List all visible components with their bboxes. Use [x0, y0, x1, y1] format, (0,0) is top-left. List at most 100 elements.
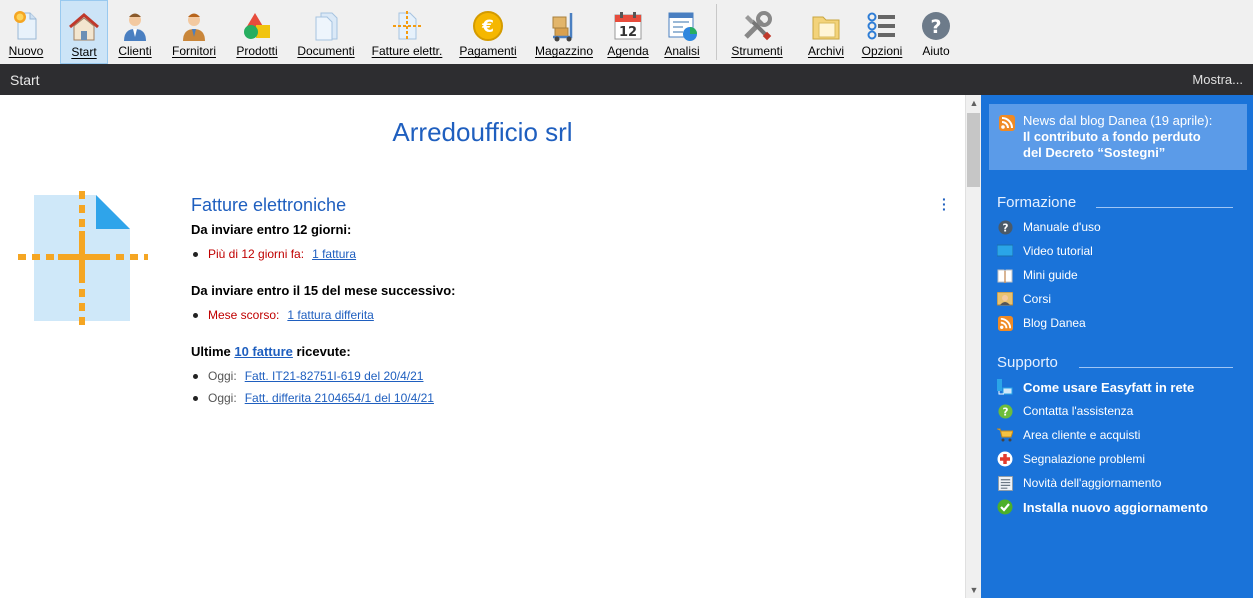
calendar-day-text: 12	[619, 25, 637, 40]
section-menu-kebab-icon[interactable]: · · ·	[942, 192, 947, 216]
list-item: Oggi: Fatt. differita 2104654/1 del 10/4…	[193, 387, 931, 409]
section-title-bar: Start Mostra...	[0, 64, 1253, 95]
panel-item-label: Manuale d'uso	[1023, 220, 1101, 234]
panel-item-blog[interactable]: Blog Danea	[997, 314, 1086, 332]
warehouse-trolley-icon	[546, 8, 582, 44]
heading-text: Ultime	[191, 344, 235, 359]
toolbar-label: Analisi	[664, 44, 700, 58]
item-label: Più di 12 giorni fa:	[208, 247, 305, 261]
toolbar-opzioni-button[interactable]: Opzioni	[853, 0, 911, 64]
news-title: Il contributo a fondo perduto	[1023, 129, 1201, 144]
fattura-differita-link[interactable]: 1 fattura differita	[287, 308, 374, 322]
svg-text:?: ?	[930, 16, 941, 38]
svg-text:?: ?	[1002, 222, 1008, 234]
red-cross-icon	[997, 451, 1013, 467]
scroll-up-arrow-icon[interactable]: ▲	[966, 95, 982, 111]
panel-item-label: Corsi	[1023, 292, 1052, 306]
video-monitor-icon	[997, 243, 1013, 259]
bullet	[193, 395, 198, 401]
bullet	[193, 373, 198, 379]
panel-item-label: Contatta l'assistenza	[1023, 404, 1134, 418]
panel-item-manuale[interactable]: ? Manuale d'uso	[997, 218, 1101, 236]
options-list-icon	[864, 8, 900, 44]
blog-news-box[interactable]: News dal blog Danea (19 aprile): Il cont…	[989, 104, 1247, 170]
page-title: Start	[10, 71, 40, 88]
panel-item-label: Blog Danea	[1023, 316, 1086, 330]
help-icon: ?	[918, 8, 954, 44]
list-item: Mese scorso: 1 fattura differita	[193, 304, 931, 326]
toolbar-documenti-button[interactable]: Documenti	[288, 0, 364, 64]
fattura-link[interactable]: 1 fattura	[312, 247, 356, 261]
item-label: Oggi:	[208, 369, 237, 383]
received-invoice-link[interactable]: Fatt. IT21-82751I-619 del 20/4/21	[245, 369, 424, 383]
toolbar-fatture-elettr-button[interactable]: Fatture elettr.	[364, 0, 450, 64]
toolbar-pagamenti-button[interactable]: € Pagamenti	[450, 0, 526, 64]
panel-item-label: Area cliente e acquisti	[1023, 428, 1141, 442]
toolbar-label: Strumenti	[731, 44, 783, 58]
network-icon	[997, 379, 1013, 395]
toolbar-label: Archivi	[807, 44, 844, 58]
scroll-down-arrow-icon[interactable]: ▼	[966, 582, 982, 598]
news-title: del Decreto “Sostegni”	[1023, 145, 1166, 160]
panel-item-assistenza[interactable]: ? Contatta l'assistenza	[997, 402, 1133, 420]
panel-item-segnalazione[interactable]: Segnalazione problemi	[997, 450, 1145, 468]
panel-item-label: Installa nuovo aggiornamento	[1023, 499, 1208, 515]
rss-icon	[997, 315, 1013, 331]
panel-item-installa-aggiornamento[interactable]: Installa nuovo aggiornamento	[997, 498, 1208, 516]
client-person-icon	[117, 8, 153, 44]
bullet	[193, 251, 198, 257]
mostra-button[interactable]: Mostra...	[1192, 72, 1243, 87]
toolbar-label: Clienti	[118, 44, 152, 58]
green-check-icon	[997, 499, 1013, 515]
received-invoice-link[interactable]: Fatt. differita 2104654/1 del 10/4/21	[245, 391, 434, 405]
svg-text:€: €	[481, 17, 494, 37]
ultime-fatture-link[interactable]: 10 fatture	[234, 344, 293, 359]
heading-text: ricevute:	[292, 344, 351, 359]
list-item: Oggi: Fatt. IT21-82751I-619 del 20/4/21	[193, 365, 931, 387]
panel-item-label: Novità dell'aggiornamento	[1023, 476, 1162, 490]
group-heading: Da inviare entro 12 giorni:	[191, 222, 352, 237]
toolbar-aiuto-button[interactable]: ? Aiuto	[911, 0, 961, 64]
teacher-icon	[997, 291, 1013, 307]
toolbar-fornitori-button[interactable]: Fornitori	[162, 0, 226, 64]
calendar-icon: 12	[610, 8, 646, 44]
e-invoice-illustration-icon	[18, 191, 148, 327]
list-item: Più di 12 giorni fa: 1 fattura	[193, 243, 931, 265]
toolbar-label: Prodotti	[236, 44, 278, 58]
panel-item-area-cliente[interactable]: Area cliente e acquisti	[997, 426, 1140, 444]
rss-icon	[999, 115, 1015, 131]
scroll-thumb[interactable]	[967, 113, 980, 187]
toolbar-analisi-button[interactable]: Analisi	[654, 0, 710, 64]
vertical-scrollbar[interactable]: ▲ ▼	[965, 95, 981, 598]
panel-item-easyfatt-rete[interactable]: Come usare Easyfatt in rete	[997, 378, 1194, 396]
panel-item-video[interactable]: Video tutorial	[997, 242, 1093, 260]
toolbar-nuovo-button[interactable]: Nuovo	[0, 0, 52, 64]
formazione-heading: Formazione	[997, 194, 1077, 211]
euro-coin-icon: €	[470, 8, 506, 44]
supplier-person-icon	[176, 8, 212, 44]
toolbar-magazzino-button[interactable]: Magazzino	[526, 0, 602, 64]
book-icon	[997, 267, 1013, 283]
panel-item-novita[interactable]: Novità dell'aggiornamento	[997, 474, 1161, 492]
toolbar-agenda-button[interactable]: 12 Agenda	[602, 0, 654, 64]
panel-item-mini-guide[interactable]: Mini guide	[997, 266, 1078, 284]
toolbar-archivi-button[interactable]: Archivi	[799, 0, 853, 64]
company-name: Arredoufficio srl	[392, 117, 573, 147]
toolbar-separator	[716, 4, 717, 60]
svg-text:?: ?	[1002, 406, 1008, 418]
start-page-content: Arredoufficio srl · · · Fatture elettronic…	[0, 95, 965, 598]
toolbar-label: Opzioni	[861, 44, 903, 58]
toolbar-label: Pagamenti	[459, 44, 517, 58]
toolbar-prodotti-button[interactable]: Prodotti	[226, 0, 288, 64]
archive-folder-icon	[808, 8, 844, 44]
toolbar-label: Nuovo	[8, 44, 44, 58]
panel-item-label: Segnalazione problemi	[1023, 452, 1146, 466]
toolbar-start-button[interactable]: Start	[60, 0, 108, 64]
e-invoice-icon	[389, 8, 425, 44]
panel-item-corsi[interactable]: Corsi	[997, 290, 1051, 308]
cart-icon	[997, 427, 1013, 443]
tools-icon	[739, 8, 775, 44]
toolbar-clienti-button[interactable]: Clienti	[108, 0, 162, 64]
toolbar-strumenti-button[interactable]: Strumenti	[719, 0, 795, 64]
group-heading: Da inviare entro il 15 del mese successi…	[191, 283, 456, 298]
